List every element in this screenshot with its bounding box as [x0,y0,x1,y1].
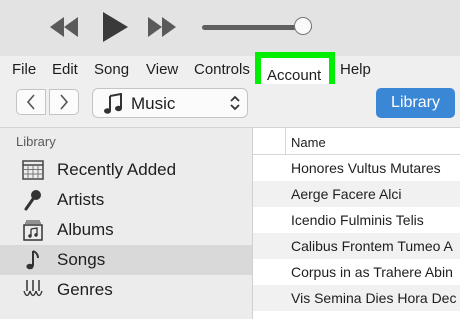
music-note-icon [26,250,39,270]
table-row[interactable]: Corpus in as Trahere Abin [253,259,460,285]
sidebar: Library Recently Added Artists Albums So… [0,128,252,319]
sidebar-item-label: Genres [57,280,113,299]
forward-button[interactable] [49,89,79,115]
sidebar-item-albums[interactable]: Albums [0,215,252,245]
music-note-icon [104,93,122,114]
calendar-grid-icon [22,160,44,180]
media-kind-select[interactable]: Music [92,88,248,118]
sidebar-item-label: Albums [57,220,114,239]
volume-knob[interactable] [294,17,313,35]
table-row[interactable]: Calibus Frontem Tumeo A [253,233,460,259]
sidebar-item-label: Songs [57,250,106,269]
menu-account-label: Account [267,67,322,84]
sidebar-item-songs[interactable]: Songs [0,245,252,275]
rewind-icon[interactable] [49,17,79,37]
song-name: Corpus in as Trahere Abin [291,264,453,280]
sidebar-item-artists[interactable]: Artists [0,185,252,215]
list-header: Name [253,128,460,155]
chevron-left-icon [26,94,35,110]
media-kind-label: Music [131,94,176,113]
microphone-icon [24,190,41,211]
column-separator[interactable] [285,128,286,155]
back-button[interactable] [16,89,46,115]
player-bar [0,0,460,56]
column-header-name[interactable]: Name [291,135,326,150]
chevron-right-icon [60,94,69,110]
sidebar-item-recently-added[interactable]: Recently Added [0,155,252,185]
album-icon [23,220,43,241]
songs-list: Name Honores Vultus Mutares Aerge Facere… [252,128,460,319]
sidebar-title: Library [16,134,56,149]
chevron-updown-icon [230,95,240,111]
song-name: Vis Semina Dies Hora Dec [291,290,457,306]
play-icon[interactable] [101,11,129,43]
table-row[interactable]: Icendio Fulminis Telis [253,207,460,233]
library-button[interactable]: Library [376,88,455,118]
menu-view[interactable]: View [146,61,178,79]
song-name: Calibus Frontem Tumeo A [291,238,453,254]
toolbar: Music Library [0,84,460,128]
table-row[interactable]: Vis Semina Dies Hora Dec [253,285,460,311]
menu-help[interactable]: Help [340,61,371,79]
song-name: Honores Vultus Mutares [291,160,441,176]
menu-file[interactable]: File [12,61,36,79]
menu-bar: File Edit Song View Controls Help [0,56,460,84]
menu-edit[interactable]: Edit [52,61,78,79]
sidebar-item-label: Recently Added [57,160,177,179]
fast-forward-icon[interactable] [147,17,177,37]
guitar-icon [23,280,43,297]
sidebar-item-genres[interactable]: Genres [0,275,252,305]
menu-song[interactable]: Song [94,61,129,79]
song-name: Icendio Fulminis Telis [291,212,424,228]
table-row[interactable]: Honores Vultus Mutares [253,155,460,181]
song-name: Aerge Facere Alci [291,186,402,202]
sidebar-item-label: Artists [57,190,105,209]
table-row[interactable]: Aerge Facere Alci [253,181,460,207]
menu-controls[interactable]: Controls [194,61,250,79]
